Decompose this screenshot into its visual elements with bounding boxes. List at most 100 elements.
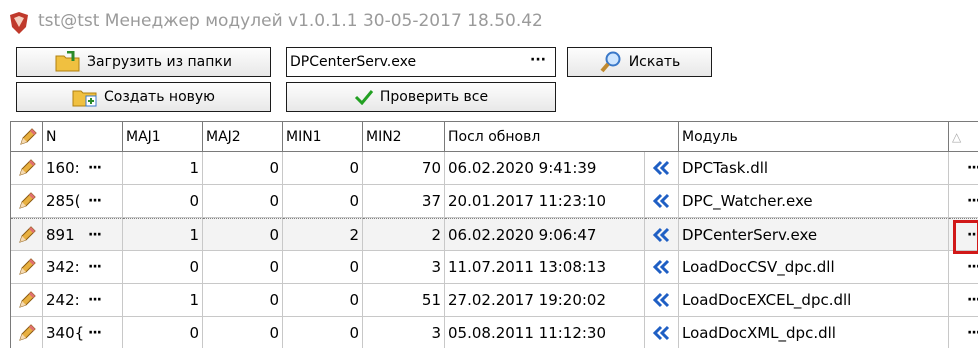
cell-maj1: 1 [123,152,203,185]
create-new-label: Создать новую [104,89,215,105]
cell-module: LoadDocCSV_dpc.dll [679,251,949,284]
column-header-n[interactable]: N [43,122,123,152]
row-arrow-button[interactable] [645,251,679,284]
row-n-browse-button[interactable]: ··· [88,259,102,275]
cell-n-value: 340{ [46,324,85,342]
modules-grid: N MAJ1 MAJ2 MIN1 MIN2 Посл обновл Модуль… [10,121,978,348]
column-header-last-updated[interactable]: Посл обновл [445,122,679,152]
row-n-browse-button[interactable]: ··· [88,227,102,243]
cell-maj1: 1 [123,218,203,251]
header-edit-cell [11,122,43,152]
cell-n-value: 242: [46,291,80,309]
title-bar: tst@tst Менеджер модулей v1.0.1.1 30-05-… [0,0,978,40]
cell-min1: 0 [283,152,363,185]
cell-min1: 0 [283,317,363,348]
pencil-icon [18,159,36,176]
row-edit-button[interactable] [11,317,43,348]
column-header-min1[interactable]: MIN1 [283,122,363,152]
column-header-maj2[interactable]: MAJ2 [203,122,283,152]
table-row[interactable]: 160: ··· 1 0 0 70 06.02.2020 9:41:39 DPCTask.dl… [11,152,978,185]
double-left-arrow-icon [652,259,669,275]
cell-maj2: 0 [203,251,283,284]
row-arrow-button[interactable] [645,317,679,348]
row-module-browse-button[interactable]: ··· [967,292,978,308]
highlight-box [953,220,978,254]
column-header-module[interactable]: Модуль [679,122,949,152]
row-arrow-button[interactable] [645,284,679,317]
cell-min2: 3 [363,317,445,348]
table-row[interactable]: 891 ··· 1 0 2 2 06.02.2020 9:06:47 DPCenterServ… [11,218,978,251]
pencil-icon [18,258,36,275]
table-row[interactable]: 285(··· 0 0 0 37 20.01.2017 11:23:10 DPC_Watch… [11,185,978,218]
cell-min2: 3 [363,251,445,284]
row-n-browse-button[interactable]: ··· [88,292,102,308]
column-header-maj1[interactable]: MAJ1 [123,122,203,152]
row-n-browse-button[interactable]: ··· [88,160,102,176]
load-from-folder-button[interactable]: Загрузить из папки [16,47,271,77]
double-left-arrow-icon [652,193,669,209]
row-arrow-button[interactable] [645,185,679,218]
cell-module: DPC_Watcher.exe [679,185,949,218]
cell-n: 285( ··· [43,185,123,218]
file-name-value: DPCenterServ.exe [290,54,417,70]
pencil-icon [18,192,36,209]
double-left-arrow-icon [652,160,669,176]
cell-module: LoadDocXML_dpc.dll [679,317,949,348]
cell-row-menu: ··· [949,251,978,284]
row-module-browse-button[interactable]: ··· [967,193,978,209]
row-edit-button[interactable] [11,284,43,317]
cell-min1: 0 [283,185,363,218]
row-arrow-button[interactable] [645,218,679,251]
cell-maj2: 0 [203,317,283,348]
pencil-icon [18,291,36,308]
cell-maj2: 0 [203,185,283,218]
check-all-label: Проверить все [379,89,489,105]
cell-last-updated: 11.07.2011 13:08:13 [445,251,645,284]
table-row[interactable]: 340{··· 0 0 0 3 05.08.2011 11:12:30 LoadDocXML… [11,317,978,348]
cell-n-value: 891 [46,225,75,244]
row-module-browse-button[interactable]: ··· [967,259,978,275]
table-row[interactable]: 342: ··· 0 0 0 3 11.07.2011 13:08:13 LoadDocCSV… [11,251,978,284]
browse-button[interactable]: ··· [525,51,551,73]
cell-maj2: 0 [203,218,283,251]
new-folder-icon [72,90,97,107]
row-edit-button[interactable] [11,185,43,218]
check-all-button[interactable]: Проверить все [286,82,556,112]
checkmark-icon [354,90,374,105]
sort-indicator[interactable]: △ [949,122,978,152]
row-module-browse-button[interactable]: ··· [967,325,978,341]
sort-triangle-icon: △ [952,129,962,144]
cell-module: DPCTask.dll [679,152,949,185]
cell-maj2: 0 [203,152,283,185]
table-row[interactable]: 242: ··· 1 0 0 51 27.02.2017 19:20:02 LoadDocEX… [11,284,978,317]
cell-row-menu: ··· [949,284,978,317]
double-left-arrow-icon [652,292,669,308]
row-arrow-button[interactable] [645,152,679,185]
app-shield-icon [10,12,28,34]
cell-last-updated: 27.02.2017 19:20:02 [445,284,645,317]
cell-last-updated: 06.02.2020 9:06:47 [445,218,645,251]
load-from-folder-label: Загрузить из папки [87,54,232,70]
cell-module: DPCenterServ.exe [679,218,949,251]
row-edit-button[interactable] [11,152,43,185]
create-new-button[interactable]: Создать новую [16,82,271,112]
cell-n: 891 ··· [43,218,123,251]
cell-maj1: 1 [123,284,203,317]
column-header-min2[interactable]: MIN2 [363,122,445,152]
double-left-arrow-icon [652,325,669,341]
cell-n: 242: ··· [43,284,123,317]
row-n-browse-button[interactable]: ··· [88,193,102,209]
cell-row-menu: ··· [949,152,978,185]
cell-min2: 51 [363,284,445,317]
row-edit-button[interactable] [11,251,43,284]
cell-n: 342: ··· [43,251,123,284]
search-button[interactable]: Искать [567,47,712,77]
file-name-field[interactable]: DPCenterServ.exe ··· [286,47,556,77]
row-edit-button[interactable] [11,218,43,251]
row-module-browse-button[interactable]: ··· [967,160,978,176]
cell-last-updated: 20.01.2017 11:23:10 [445,185,645,218]
cell-row-menu: ··· [949,185,978,218]
cell-min1: 0 [283,284,363,317]
row-n-browse-button[interactable]: ··· [88,325,102,341]
cell-n-value: 285( [46,192,81,210]
